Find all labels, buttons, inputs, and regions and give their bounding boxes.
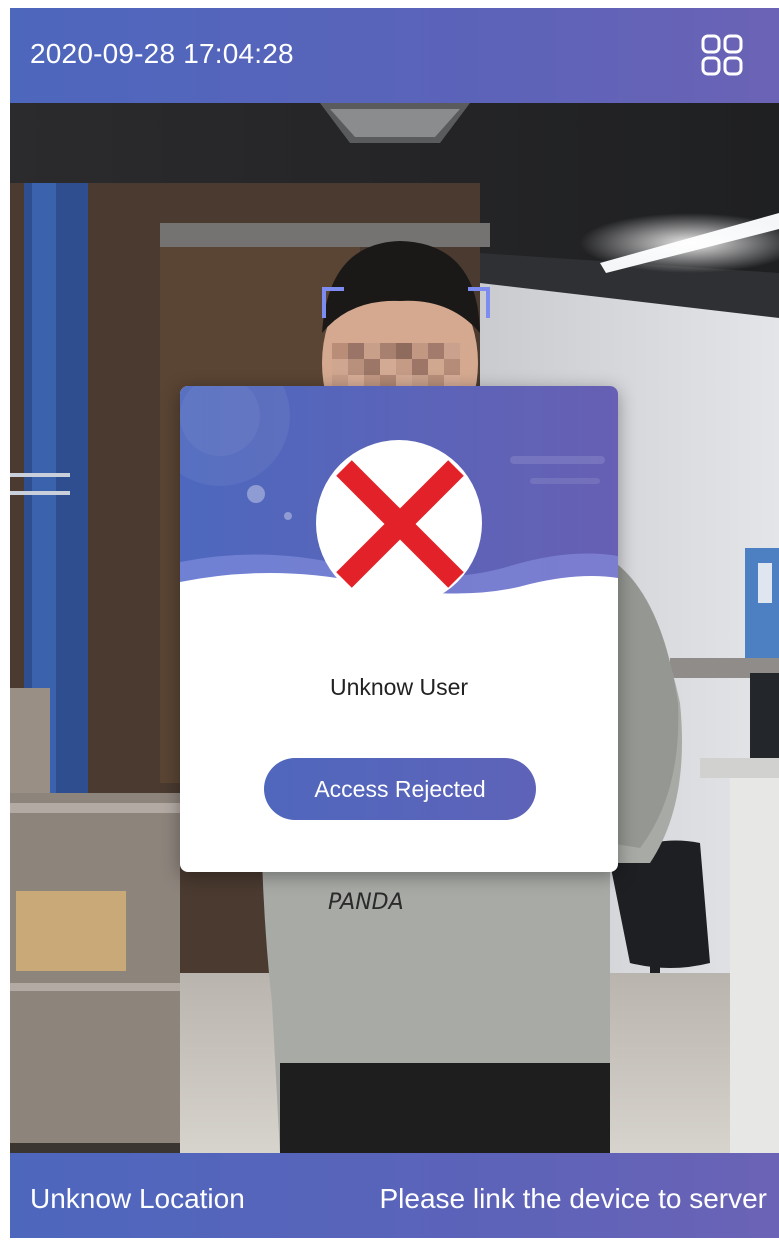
top-bar: 2020-09-28 17:04:28 xyxy=(10,8,779,103)
datetime-label: 2020-09-28 17:04:28 xyxy=(30,38,294,69)
server-status-label: Please link the device to server xyxy=(379,1183,767,1214)
status-badge xyxy=(316,440,482,606)
device-screen: 2020-09-28 17:04:28 PANDA Unknow User Ac… xyxy=(10,8,779,1238)
face-detection-frame xyxy=(322,286,490,320)
verification-dialog: Unknow User Access Rejected xyxy=(180,386,618,872)
svg-text:PANDA: PANDA xyxy=(328,890,404,915)
access-result-button[interactable]: Access Rejected xyxy=(264,758,536,820)
location-label: Unknow Location xyxy=(30,1183,245,1214)
grid-menu-icon[interactable] xyxy=(699,32,745,78)
red-cross-icon xyxy=(336,460,464,588)
user-name-label: Unknow User xyxy=(329,674,469,700)
bottom-bar: Unknow Location Please link the device t… xyxy=(10,1153,779,1238)
